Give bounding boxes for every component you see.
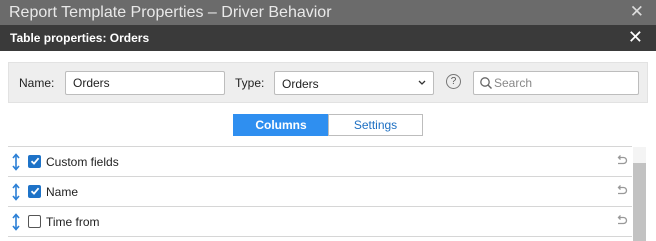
checkmark-icon — [30, 187, 40, 195]
outer-window-title: Report Template Properties – Driver Beha… — [9, 4, 332, 21]
tab-switcher: Columns Settings — [233, 114, 423, 136]
dialog-close-icon[interactable]: ✕ — [628, 28, 643, 46]
scrollbar-thumb[interactable] — [633, 163, 646, 241]
type-select-value: Orders — [282, 77, 319, 91]
drag-handle-icon[interactable] — [11, 213, 21, 231]
outer-close-icon[interactable]: ✕ — [630, 3, 644, 21]
undo-icon[interactable] — [615, 185, 628, 197]
column-label: Name — [46, 185, 79, 199]
dialog-titlebar: Table properties: Orders ✕ — [0, 25, 656, 51]
help-icon[interactable]: ? — [446, 74, 461, 89]
column-checkbox[interactable] — [28, 185, 41, 198]
column-label: Custom fields — [46, 155, 119, 169]
columns-list: Custom fields Name Time from — [8, 147, 632, 241]
tab-columns[interactable]: Columns — [233, 114, 329, 136]
undo-icon[interactable] — [615, 155, 628, 167]
list-item: Time from — [8, 207, 632, 237]
list-item: Custom fields — [8, 147, 632, 177]
type-select[interactable]: Orders — [274, 71, 434, 95]
column-checkbox[interactable] — [28, 155, 41, 168]
outer-window-titlebar: Report Template Properties – Driver Beha… — [0, 0, 656, 25]
chevron-down-icon — [418, 80, 426, 85]
search-input[interactable] — [494, 73, 634, 93]
name-input[interactable] — [65, 71, 225, 95]
column-checkbox[interactable] — [28, 215, 41, 228]
type-label: Type: — [235, 76, 265, 90]
search-icon — [480, 77, 492, 89]
dialog-title: Table properties: Orders — [10, 31, 150, 45]
undo-icon[interactable] — [615, 215, 628, 227]
search-box — [473, 71, 639, 95]
name-label: Name: — [19, 76, 55, 90]
tab-settings[interactable]: Settings — [328, 114, 423, 136]
drag-handle-icon[interactable] — [11, 183, 21, 201]
column-label: Time from — [46, 215, 100, 229]
drag-handle-icon[interactable] — [11, 153, 21, 171]
table-properties-form: Name: Type: Orders ? — [8, 62, 648, 103]
checkmark-icon — [30, 157, 40, 165]
list-item: Name — [8, 177, 632, 207]
